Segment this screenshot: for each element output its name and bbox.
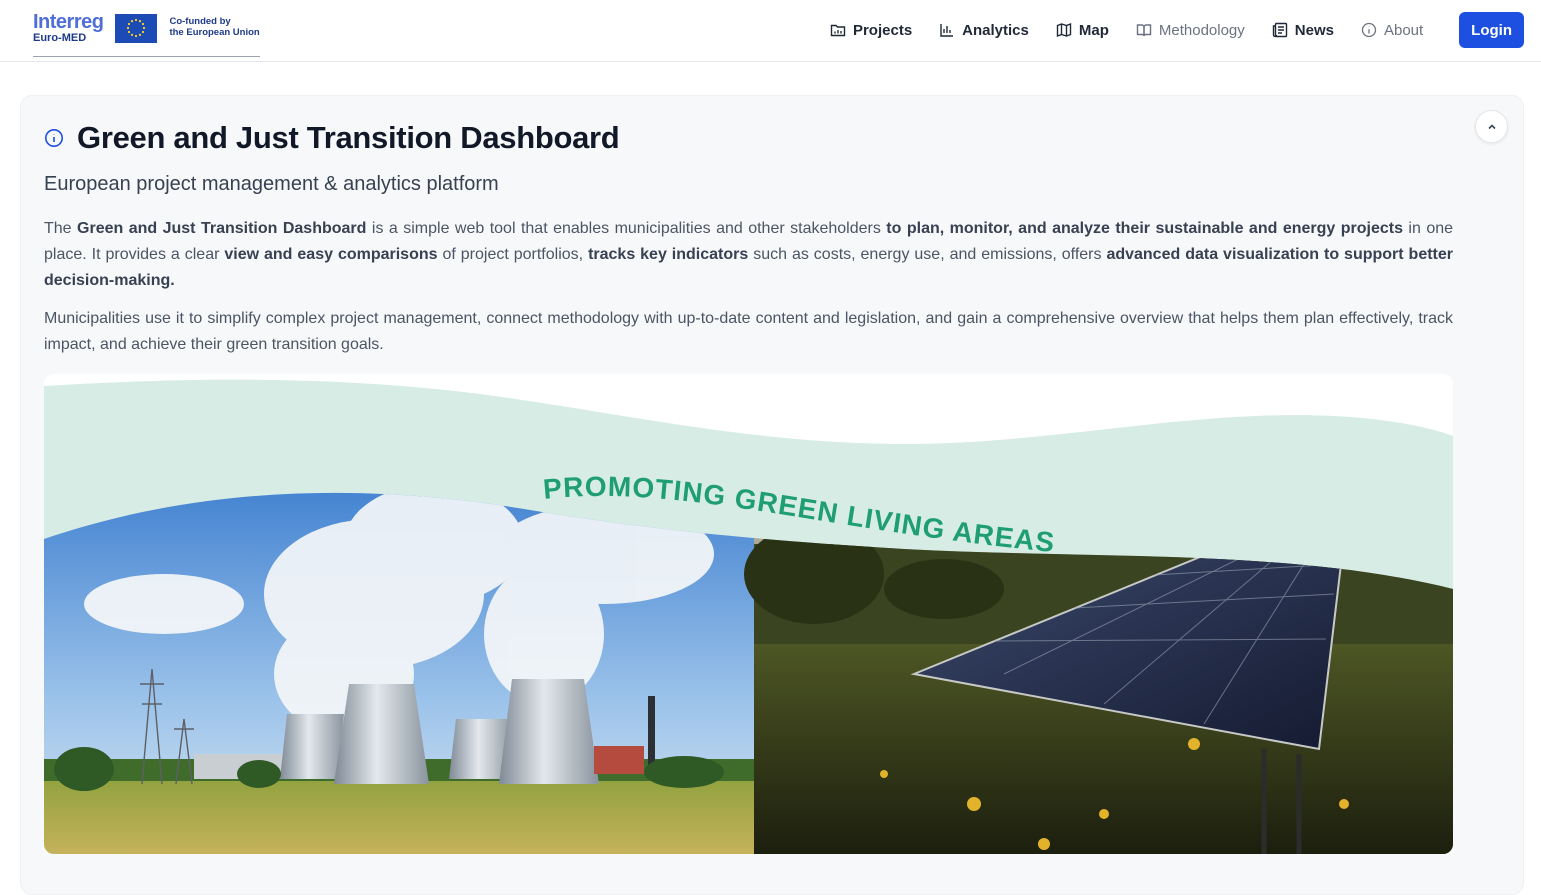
nav-methodology-label: Methodology: [1158, 21, 1245, 39]
p1-text-1: The: [44, 220, 78, 237]
p1-bold-1: Green and Just Transition Dashboard: [77, 220, 367, 237]
intro-paragraph-2: Municipalities use it to simplify comple…: [44, 310, 1453, 353]
chevron-up-icon: [1487, 123, 1496, 129]
nav-projects[interactable]: Projects: [830, 12, 912, 48]
newspaper-icon: [1272, 22, 1287, 38]
brand-logos[interactable]: Interreg Euro-MED Co-funded by the Europ…: [33, 12, 260, 57]
p1-bold-2: to plan, monitor, and analyze their sust…: [886, 220, 1403, 237]
nav-projects-label: Projects: [852, 21, 913, 39]
collapse-button[interactable]: [1475, 110, 1508, 143]
info-icon: [45, 129, 63, 147]
p1-text-2: is a simple web tool that enables munici…: [366, 220, 887, 237]
map-icon: [1056, 22, 1072, 38]
nav-map[interactable]: Map: [1056, 12, 1109, 48]
nav-news[interactable]: News: [1272, 12, 1334, 48]
interreg-wordmark: Interreg: [33, 11, 104, 33]
info-icon: [1361, 22, 1377, 38]
page-subtitle: European project management & analytics …: [44, 173, 499, 195]
p1-text-5: such as costs, energy use, and emissions…: [748, 246, 1107, 263]
login-button[interactable]: Login: [1459, 12, 1524, 48]
book-icon: [1136, 24, 1152, 37]
p1-text-4: of project portfolios,: [437, 246, 589, 263]
eu-flag-icon: [115, 13, 158, 43]
p1-bold-3: view and easy comparisons: [224, 246, 438, 263]
cofund-line-2: the European Union: [169, 27, 260, 38]
title-row: Green and Just Transition Dashboard: [44, 120, 620, 156]
eu-cofund-text: Co-funded by the European Union: [169, 16, 260, 39]
top-navbar: Interreg Euro-MED Co-funded by the Europ…: [0, 0, 1541, 62]
bar-chart-icon: [940, 24, 954, 37]
hero-image: PROMOTING GREEN LIVING AREAS: [44, 374, 1453, 854]
intro-paragraph-1: The Green and Just Transition Dashboard …: [44, 216, 1453, 294]
nav-news-label: News: [1294, 21, 1334, 39]
nav-about-label: About: [1383, 21, 1424, 39]
page-title: Green and Just Transition Dashboard: [77, 120, 620, 155]
folder-icon: [830, 24, 846, 37]
intro-card: Green and Just Transition Dashboard Euro…: [20, 95, 1524, 895]
nav-analytics[interactable]: Analytics: [939, 12, 1029, 48]
main-nav: Projects Analytics Map Methodology News: [803, 12, 1524, 48]
nav-methodology[interactable]: Methodology: [1136, 12, 1245, 48]
nav-analytics-label: Analytics: [962, 21, 1029, 39]
interreg-logo[interactable]: Interreg Euro-MED: [33, 11, 104, 44]
nav-map-label: Map: [1078, 21, 1109, 39]
p1-bold-4: tracks key indicators: [588, 246, 749, 263]
interreg-subtitle: Euro-MED: [33, 32, 87, 44]
nav-about[interactable]: About: [1361, 12, 1423, 48]
